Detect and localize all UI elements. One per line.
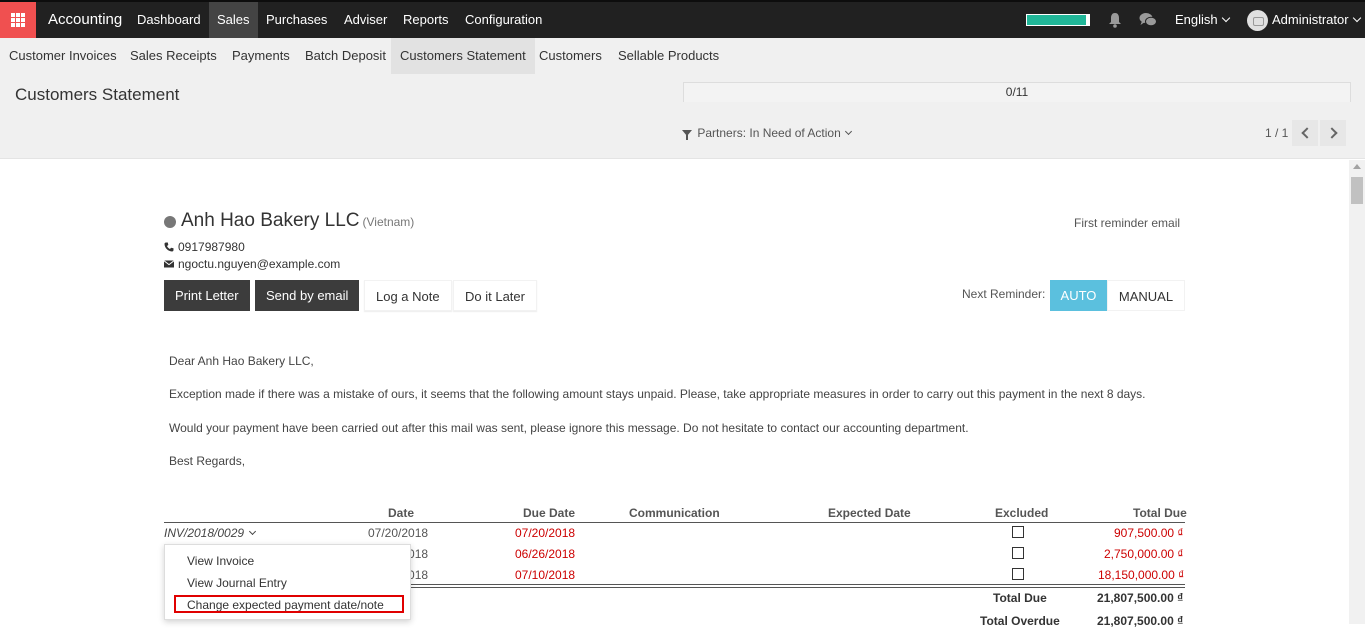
total-overdue-label: Total Overdue bbox=[980, 614, 1060, 628]
letter-paragraph-1: Exception made if there was a mistake of… bbox=[169, 387, 1146, 401]
next-reminder-label: Next Reminder: bbox=[962, 287, 1046, 301]
excluded-checkbox[interactable] bbox=[1012, 547, 1024, 559]
avatar[interactable] bbox=[1247, 10, 1268, 31]
table-header-divider bbox=[164, 522, 1185, 523]
log-note-button[interactable]: Log a Note bbox=[364, 280, 452, 311]
print-letter-button[interactable]: Print Letter bbox=[164, 280, 250, 311]
top-navbar: Accounting Dashboard Sales Purchases Adv… bbox=[0, 0, 1365, 38]
column-header-date: Date bbox=[388, 506, 415, 520]
status-dot-icon bbox=[164, 216, 176, 228]
row-due-date: 07/20/2018 bbox=[515, 526, 576, 540]
submenu-sales-receipts[interactable]: Sales Receipts bbox=[121, 38, 226, 74]
chat-icon[interactable] bbox=[1139, 12, 1157, 28]
letter-closing: Best Regards, bbox=[169, 454, 246, 468]
apps-grid-icon bbox=[11, 13, 25, 27]
column-header-due-date: Due Date bbox=[523, 506, 576, 520]
partner-header: Anh Hao Bakery LLC (Vietnam) bbox=[181, 210, 414, 232]
followup-level: First reminder email bbox=[1074, 216, 1181, 230]
statement-progress: 0/11 bbox=[683, 82, 1351, 102]
chevron-down-icon bbox=[1221, 13, 1230, 23]
send-by-email-button[interactable]: Send by email bbox=[255, 280, 360, 311]
column-header-excluded: Excluded bbox=[995, 506, 1049, 520]
control-panel: Customers Statement 0/11 Partners: In Ne… bbox=[0, 74, 1365, 159]
submenu-customers-statement[interactable]: Customers Statement bbox=[391, 38, 535, 74]
partner-name[interactable]: Anh Hao Bakery LLC bbox=[181, 210, 360, 231]
scroll-up-arrow-icon[interactable] bbox=[1353, 164, 1361, 169]
chevron-down-icon bbox=[249, 527, 257, 536]
invoice-ref-dropdown[interactable]: INV/2018/0029 bbox=[164, 526, 257, 540]
total-due-value: 21,807,500.00 ₫ bbox=[1097, 591, 1184, 605]
excluded-checkbox[interactable] bbox=[1012, 526, 1024, 538]
vertical-scrollbar[interactable] bbox=[1349, 160, 1365, 624]
row-due-date: 06/26/2018 bbox=[515, 547, 576, 561]
chevron-down-icon bbox=[844, 127, 852, 136]
total-due-label: Total Due bbox=[993, 591, 1047, 605]
highlight-box bbox=[174, 595, 404, 613]
submenu-payments[interactable]: Payments bbox=[223, 38, 299, 74]
excluded-checkbox[interactable] bbox=[1012, 568, 1024, 580]
column-header-communication: Communication bbox=[629, 506, 720, 520]
submenu-batch-deposit[interactable]: Batch Deposit bbox=[296, 38, 395, 74]
filter-dropdown[interactable]: Partners: In Need of Action bbox=[682, 126, 852, 140]
column-header-expected-date: Expected Date bbox=[828, 506, 911, 520]
menu-adviser[interactable]: Adviser bbox=[336, 2, 395, 38]
phone-icon bbox=[164, 242, 174, 252]
column-header-total-due: Total Due bbox=[1133, 506, 1187, 520]
user-menu[interactable]: Administrator bbox=[1272, 2, 1361, 38]
partner-country: (Vietnam) bbox=[362, 215, 415, 229]
row-total-due: 907,500.00 ₫ bbox=[1114, 526, 1184, 540]
view-invoice-menu-item[interactable]: View Invoice bbox=[187, 554, 254, 568]
partner-email: ngoctu.nguyen@example.com bbox=[164, 257, 340, 271]
letter-paragraph-2: Would your payment have been carried out… bbox=[169, 421, 969, 435]
language-selector[interactable]: English bbox=[1175, 2, 1230, 38]
menu-reports[interactable]: Reports bbox=[395, 2, 457, 38]
pager-previous-button[interactable] bbox=[1292, 120, 1318, 146]
envelope-icon bbox=[164, 260, 174, 268]
submenu-sellable-products[interactable]: Sellable Products bbox=[609, 38, 728, 74]
scroll-thumb[interactable] bbox=[1351, 177, 1363, 204]
row-date: 07/20/2018 bbox=[368, 526, 429, 540]
menu-configuration[interactable]: Configuration bbox=[457, 2, 550, 38]
page-title: Customers Statement bbox=[15, 85, 180, 104]
menu-purchases[interactable]: Purchases bbox=[258, 2, 335, 38]
chevron-right-icon bbox=[1325, 127, 1338, 139]
auto-reminder-button[interactable]: AUTO bbox=[1050, 280, 1107, 311]
chevron-left-icon bbox=[1300, 127, 1313, 139]
app-name[interactable]: Accounting bbox=[40, 2, 130, 38]
submenu-customer-invoices[interactable]: Customer Invoices bbox=[0, 38, 126, 74]
menu-sales[interactable]: Sales bbox=[209, 2, 258, 38]
row-due-date: 07/10/2018 bbox=[515, 568, 576, 582]
menu-dashboard[interactable]: Dashboard bbox=[129, 2, 209, 38]
progress-fill bbox=[1027, 15, 1086, 25]
view-journal-entry-menu-item[interactable]: View Journal Entry bbox=[187, 576, 287, 590]
manual-reminder-button[interactable]: MANUAL bbox=[1107, 280, 1185, 311]
onboarding-progress-bar[interactable] bbox=[1026, 14, 1090, 26]
pager-next-button[interactable] bbox=[1320, 120, 1346, 146]
submenu-customers[interactable]: Customers bbox=[530, 38, 611, 74]
secondary-menu: Customer Invoices Sales Receipts Payment… bbox=[0, 38, 1365, 74]
apps-menu-button[interactable] bbox=[0, 2, 36, 38]
bell-icon[interactable] bbox=[1107, 12, 1123, 28]
filter-icon bbox=[682, 130, 692, 140]
row-total-due: 2,750,000.00 ₫ bbox=[1104, 547, 1184, 561]
total-overdue-value: 21,807,500.00 ₫ bbox=[1097, 614, 1184, 628]
pager-value[interactable]: 1 / 1 bbox=[1265, 126, 1288, 140]
letter-greeting: Dear Anh Hao Bakery LLC, bbox=[169, 354, 314, 368]
row-total-due: 18,150,000.00 ₫ bbox=[1098, 568, 1185, 582]
chevron-down-icon bbox=[1352, 13, 1361, 23]
do-it-later-button[interactable]: Do it Later bbox=[453, 280, 537, 311]
partner-phone: 0917987980 bbox=[164, 240, 245, 254]
